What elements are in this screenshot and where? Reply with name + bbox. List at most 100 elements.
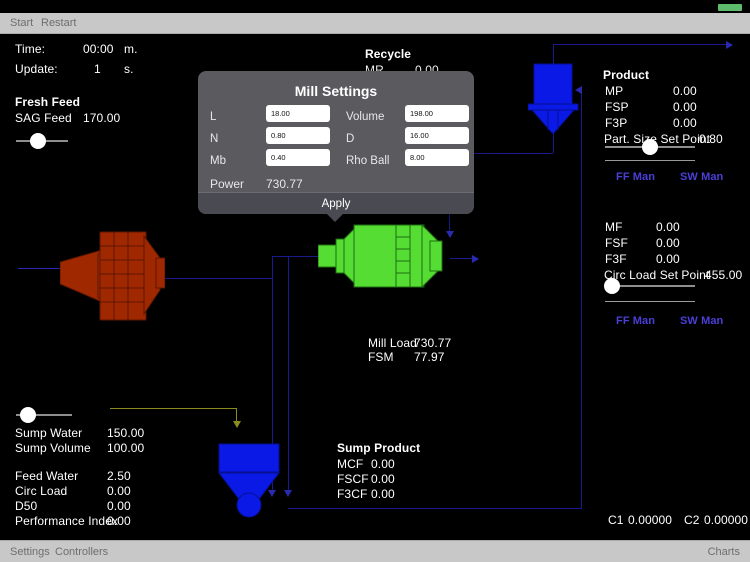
- arrow-cyclone-to-product-icon: [726, 41, 733, 49]
- field-label-mb: Mb: [210, 155, 226, 167]
- sag-feed-label: SAG Feed: [15, 111, 72, 125]
- update-label: Update:: [15, 62, 58, 76]
- mill-load-label: Mill Load: [368, 336, 417, 350]
- battery-icon: [718, 4, 742, 11]
- time-unit: m.: [124, 42, 138, 56]
- pipe-sag-discharge: [160, 278, 272, 279]
- field-input-volume[interactable]: 198.00: [405, 105, 469, 122]
- field-label-n: N: [210, 133, 219, 145]
- feed-row-label-2: F3F: [605, 252, 627, 266]
- time-label: Time:: [15, 42, 46, 56]
- stats-value-1: 0.00: [107, 484, 131, 498]
- c2-label: C2: [684, 513, 700, 527]
- recycle-title: Recycle: [365, 47, 412, 61]
- product-row-value-0: 0.00: [673, 84, 697, 98]
- slurry-pump: [236, 492, 262, 518]
- popover-caret-icon: [326, 213, 344, 222]
- field-label-volume: Volume: [346, 111, 385, 123]
- feed-row-value-2: 0.00: [656, 252, 680, 266]
- ball-mill[interactable]: [317, 219, 452, 291]
- c1-label: C1: [608, 513, 624, 527]
- settings-button[interactable]: Settings: [10, 546, 50, 558]
- update-unit: s.: [124, 62, 134, 76]
- pipe-pump-discharge: [288, 508, 582, 509]
- stats-label-3: Performance Index: [15, 514, 119, 528]
- stats-label-2: D50: [15, 499, 38, 513]
- circ-load-setpoint-value: 455.00: [705, 268, 743, 282]
- arrow-ballmill-out-icon: [472, 255, 479, 263]
- bottom-toolbar: Settings Controllers Charts: [0, 540, 750, 562]
- stats-value-0: 2.50: [107, 469, 131, 483]
- top-toolbar: Start Restart: [0, 13, 750, 34]
- part-size-slider[interactable]: [605, 139, 695, 155]
- fsm-value: 77.97: [414, 350, 445, 364]
- sump-product-label-0: MCF: [337, 457, 364, 471]
- sump-product-value-0: 0.00: [371, 457, 395, 471]
- circ-load-divider: [605, 301, 695, 302]
- update-value: 1: [94, 62, 101, 76]
- feed-ff-man-button[interactable]: FF Man: [616, 315, 655, 327]
- mill-load-value: 730.77: [414, 336, 452, 350]
- circ-load-slider[interactable]: [604, 278, 695, 294]
- hydrocyclone[interactable]: [527, 62, 580, 135]
- apply-button[interactable]: Apply: [198, 192, 474, 214]
- field-label-d: D: [346, 133, 355, 145]
- c1-value: 0.00000: [628, 513, 673, 527]
- sump-water-value: 150.00: [107, 426, 145, 440]
- stats-value-2: 0.00: [107, 499, 131, 513]
- feed-row-label-1: FSF: [605, 236, 628, 250]
- sump-product-title: Sump Product: [337, 441, 421, 455]
- slider-knob[interactable]: [20, 407, 37, 423]
- field-input-n[interactable]: 0.80: [266, 127, 330, 144]
- product-ff-man-button[interactable]: FF Man: [616, 171, 655, 183]
- feed-row-value-0: 0.00: [656, 220, 680, 234]
- fresh-feed-title: Fresh Feed: [15, 95, 81, 109]
- fsm-label: FSM: [368, 350, 394, 364]
- stats-value-3: 0.00: [107, 514, 131, 528]
- sump-tank[interactable]: [217, 443, 298, 518]
- sump-volume-value: 100.00: [107, 441, 145, 455]
- c2-value: 0.00000: [704, 513, 749, 527]
- pipe-pump-riser: [581, 90, 582, 508]
- field-input-mb[interactable]: 0.40: [266, 149, 330, 166]
- time-value: 00:00: [83, 42, 114, 56]
- product-sw-man-button[interactable]: SW Man: [680, 171, 723, 183]
- sump-water-label: Sump Water: [15, 426, 83, 440]
- field-label-rho-ball: Rho Ball: [346, 155, 390, 167]
- slider-knob[interactable]: [642, 139, 658, 155]
- sump-product-value-1: 0.00: [371, 472, 395, 486]
- product-row-label-0: MP: [605, 84, 624, 98]
- slider-knob[interactable]: [604, 278, 621, 294]
- stats-label-1: Circ Load: [15, 484, 68, 498]
- feed-sw-man-button[interactable]: SW Man: [680, 315, 723, 327]
- status-bar: [0, 0, 750, 13]
- mill-settings-title: Mill Settings: [294, 83, 378, 99]
- feed-row-value-1: 0.00: [656, 236, 680, 250]
- power-value: 730.77: [266, 177, 303, 191]
- sump-water-slider[interactable]: [16, 407, 72, 423]
- part-size-divider: [605, 160, 695, 161]
- sag-feed-value: 170.00: [83, 111, 121, 125]
- product-row-value-2: 0.00: [673, 116, 697, 130]
- product-row-value-1: 0.00: [673, 100, 697, 114]
- product-row-label-1: FSP: [605, 100, 629, 114]
- field-input-l[interactable]: 18.00: [266, 105, 330, 122]
- mill-settings-dialog[interactable]: Mill Settings L 18.00 N 0.80 Mb 0.40 Vol…: [198, 71, 474, 214]
- part-size-setpoint-value: 0.80: [699, 132, 723, 146]
- feed-row-label-0: MF: [605, 220, 623, 234]
- field-input-rho-ball[interactable]: 8.00: [405, 149, 469, 166]
- sump-product-value-2: 0.00: [371, 487, 395, 501]
- charts-button[interactable]: Charts: [708, 546, 740, 558]
- field-input-d[interactable]: 16.00: [405, 127, 469, 144]
- restart-button[interactable]: Restart: [41, 17, 76, 29]
- sag-mill[interactable]: [59, 226, 166, 326]
- power-label: Power: [210, 177, 245, 191]
- pipe-cyclone-underflow: [553, 133, 554, 153]
- slider-knob[interactable]: [29, 133, 46, 149]
- controllers-button[interactable]: Controllers: [55, 546, 108, 558]
- pipe-sump-water: [110, 408, 237, 409]
- sump-product-label-1: FSCF: [337, 472, 369, 486]
- start-button[interactable]: Start: [10, 17, 33, 29]
- mill-simulator-app: Start Restart Time: 00:00 m. Update: 1 s…: [0, 0, 750, 562]
- sag-feed-slider[interactable]: [16, 133, 68, 149]
